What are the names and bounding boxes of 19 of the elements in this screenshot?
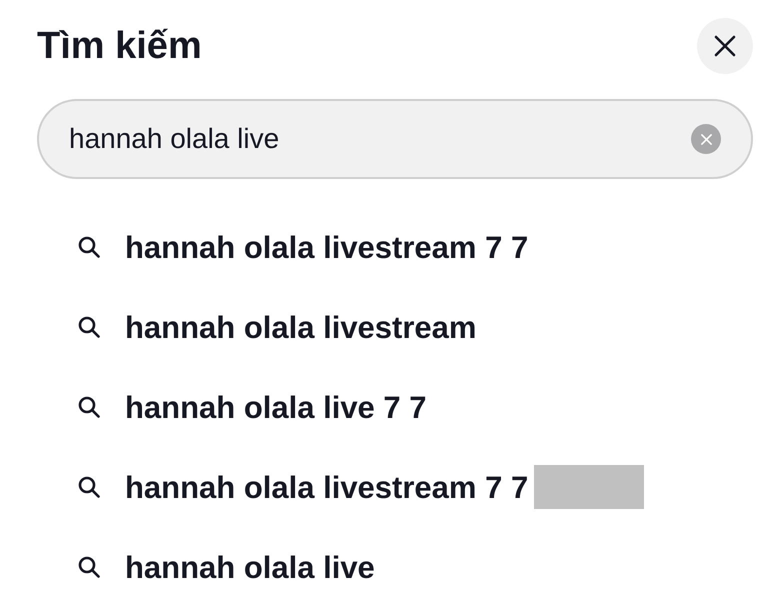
dialog-title: Tìm kiếm (37, 27, 202, 65)
close-icon (714, 35, 736, 57)
close-icon (700, 134, 712, 144)
search-icon (78, 396, 100, 418)
search-icon (78, 236, 100, 258)
suggestion-item[interactable]: hannah olala livestream (37, 287, 743, 367)
suggestion-text: hannah olala livestream (125, 312, 476, 342)
suggestion-text: hannah olala livestream 7 7 (125, 472, 528, 502)
suggestion-item[interactable]: hannah olala livestream 7 7 (37, 207, 743, 287)
suggestion-text: hannah olala livestream 7 7 (125, 232, 528, 262)
search-icon (78, 316, 100, 338)
search-icon (78, 556, 100, 578)
search-field[interactable]: hannah olala live (37, 99, 753, 179)
search-icon (78, 476, 100, 498)
suggestion-item[interactable]: hannah olala live (37, 527, 743, 607)
suggestion-text: hannah olala live 7 7 (125, 392, 427, 422)
suggestion-text: hannah olala live (125, 552, 375, 582)
suggestion-item[interactable]: hannah olala live 7 7 (37, 367, 743, 447)
suggestion-item[interactable]: hannah olala livestream 7 7 (37, 447, 743, 527)
